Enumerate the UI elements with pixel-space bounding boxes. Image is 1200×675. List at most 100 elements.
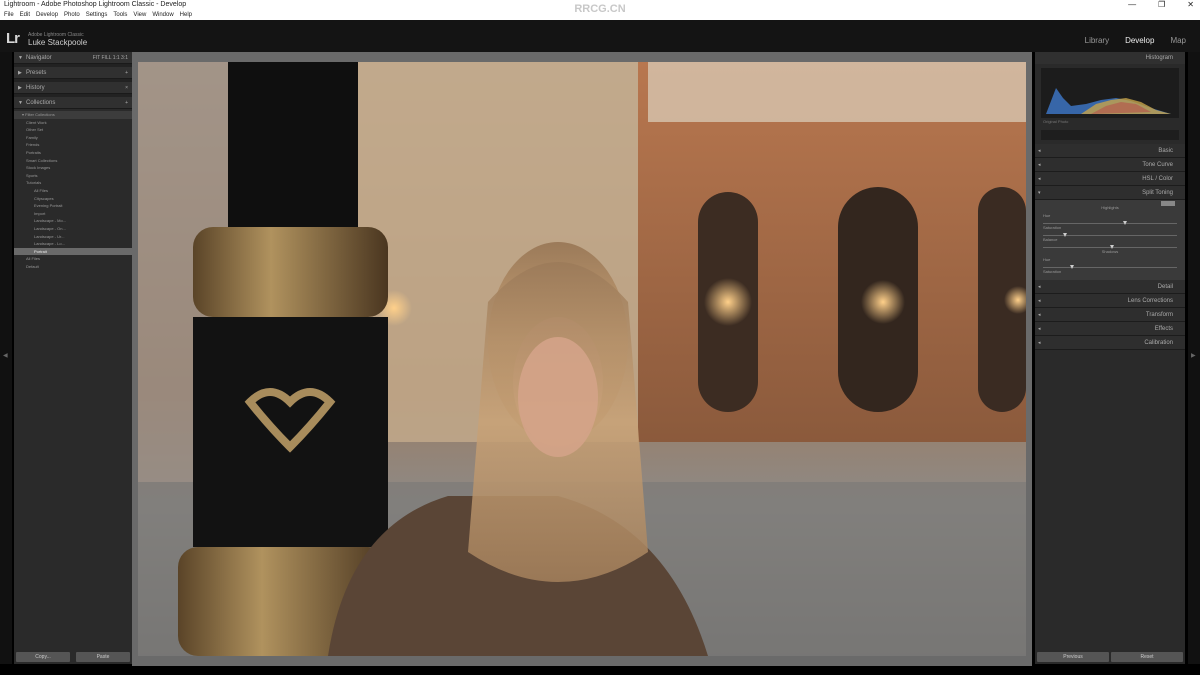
triangle-right-icon: ◂ <box>1038 176 1041 182</box>
collections-label: Collections <box>26 100 56 106</box>
section-split-toning[interactable]: ▾ Split Toning <box>1035 186 1185 200</box>
collection-item[interactable]: Tutorials <box>14 179 132 187</box>
histogram-graph <box>1046 88 1171 114</box>
triangle-right-icon: ◂ <box>1038 312 1041 318</box>
section-detail[interactable]: ◂ Detail <box>1035 280 1185 294</box>
portrait-photo <box>138 62 1026 656</box>
collection-item[interactable]: Portrait <box>14 247 132 256</box>
menu-edit[interactable]: Edit <box>20 10 30 20</box>
collection-label: Landscape - Ur... <box>34 233 65 239</box>
histogram[interactable] <box>1041 68 1179 118</box>
collection-item[interactable]: Landscape - Ur... <box>14 233 132 241</box>
module-library[interactable]: Library <box>1085 36 1109 45</box>
collection-label: Default <box>26 263 39 269</box>
previous-button[interactable]: Previous <box>1037 652 1109 662</box>
minimize-icon[interactable]: — <box>1128 0 1136 10</box>
right-buttons: Previous Reset <box>1035 652 1185 662</box>
collection-item[interactable]: Friends <box>14 141 132 149</box>
left-panel-toggle[interactable]: ◀ <box>0 52 12 664</box>
right-panel-toggle[interactable]: ▶ <box>1188 52 1200 664</box>
maximize-icon[interactable]: ❐ <box>1158 0 1165 10</box>
hue-label: Hue <box>1043 213 1051 218</box>
filter-collections[interactable]: ▾ Filter Collections <box>14 111 132 119</box>
triangle-down-icon: ▼ <box>18 100 23 106</box>
menu-tools[interactable]: Tools <box>113 10 127 20</box>
section-calibration[interactable]: ◂ Calibration <box>1035 336 1185 350</box>
plus-icon[interactable]: + <box>125 97 128 109</box>
section-hsl[interactable]: ◂ HSL / Color <box>1035 172 1185 186</box>
identity-name: Luke Stackpoole <box>28 38 88 47</box>
history-header[interactable]: ▶ History × <box>14 82 132 94</box>
section-label: Transform <box>1145 312 1173 318</box>
saturation-label: Saturation <box>1043 225 1062 230</box>
collection-item[interactable]: Portraits <box>14 149 132 157</box>
collection-label: Client Work <box>26 119 47 125</box>
collection-item[interactable]: Evening Portrait <box>14 202 132 210</box>
section-label: Tone Curve <box>1142 162 1173 168</box>
collection-label: Cityscapes <box>34 195 54 201</box>
collection-item[interactable]: All Files <box>14 187 132 195</box>
collection-item[interactable]: Sports <box>14 172 132 180</box>
collection-item[interactable]: Import <box>14 210 132 218</box>
collection-item[interactable]: Landscape - On... <box>14 225 132 233</box>
collection-item[interactable]: Other Set <box>14 126 132 134</box>
menu-photo[interactable]: Photo <box>64 10 80 20</box>
reset-button[interactable]: Reset <box>1111 652 1183 662</box>
copy-button[interactable]: Copy... <box>16 652 70 662</box>
collections-tree: ▾ Filter Collections Client Work Other Se… <box>14 109 132 270</box>
menu-view[interactable]: View <box>133 10 146 20</box>
collection-item[interactable]: Default <box>14 263 132 271</box>
menu-settings[interactable]: Settings <box>86 10 108 20</box>
collection-item[interactable]: Family <box>14 134 132 142</box>
histogram-info: Original Photo <box>1043 119 1069 124</box>
collection-item[interactable]: Stock Images <box>14 164 132 172</box>
presets-header[interactable]: ▶ Presets + <box>14 67 132 79</box>
navigator-header[interactable]: ▼ Navigator FIT FILL 1:1 3:1 <box>14 52 132 64</box>
menu-help[interactable]: Help <box>180 10 192 20</box>
section-label: Split Toning <box>1142 190 1173 196</box>
section-lens-corrections[interactable]: ◂ Lens Corrections <box>1035 294 1185 308</box>
triangle-right-icon: ▶ <box>18 70 22 76</box>
collection-label: Evening Portrait <box>34 203 63 209</box>
window-title: Lightroom - Adobe Photoshop Lightroom Cl… <box>4 1 187 8</box>
section-label: Lens Corrections <box>1127 298 1173 304</box>
collection-item[interactable]: Landscape - Mo... <box>14 217 132 225</box>
triangle-right-icon: ◂ <box>1038 162 1041 168</box>
section-transform[interactable]: ◂ Transform <box>1035 308 1185 322</box>
triangle-down-icon: ▾ <box>1038 190 1041 196</box>
split-toning-body: Highlights Hue Saturation Balance Shadow… <box>1035 200 1185 280</box>
collection-label: Family <box>26 134 38 140</box>
close-icon[interactable]: × <box>125 82 128 94</box>
photo-canvas <box>132 52 1032 666</box>
collection-label: Friends <box>26 142 40 148</box>
menu-file[interactable]: File <box>4 10 14 20</box>
collection-item[interactable]: All Files <box>14 255 132 263</box>
collection-label: Tutorials <box>26 180 42 186</box>
collection-label: Landscape - On... <box>34 225 66 231</box>
collection-item[interactable]: Cityscapes <box>14 195 132 203</box>
menu-develop[interactable]: Develop <box>36 10 58 20</box>
shadow-hue-label: Hue <box>1043 257 1051 262</box>
histogram-header[interactable]: Histogram <box>1035 52 1185 64</box>
main-photo[interactable] <box>138 62 1026 656</box>
module-develop[interactable]: Develop <box>1125 36 1154 45</box>
plus-icon[interactable]: + <box>125 67 128 79</box>
collections-header[interactable]: ▼ Collections + <box>14 97 132 109</box>
section-effects[interactable]: ◂ Effects <box>1035 322 1185 336</box>
section-basic[interactable]: ◂ Basic <box>1035 144 1185 158</box>
left-panel: ▼ Navigator FIT FILL 1:1 3:1 ▶ Presets +… <box>14 52 132 664</box>
navigator-zoom[interactable]: FIT FILL 1:1 3:1 <box>93 52 128 64</box>
triangle-right-icon: ◂ <box>1038 298 1041 304</box>
shadow-saturation-label: Saturation <box>1043 269 1062 274</box>
menu-window[interactable]: Window <box>152 10 173 20</box>
paste-button[interactable]: Paste <box>76 652 130 662</box>
highlight-swatch[interactable] <box>1161 201 1175 206</box>
collection-item[interactable]: Client Work <box>14 119 132 127</box>
collection-item[interactable]: Landscape - Lo... <box>14 240 132 248</box>
module-map[interactable]: Map <box>1170 36 1186 45</box>
collection-item[interactable]: Smart Collections <box>14 157 132 165</box>
section-tone-curve[interactable]: ◂ Tone Curve <box>1035 158 1185 172</box>
tool-strip[interactable] <box>1041 130 1179 140</box>
close-icon[interactable]: ✕ <box>1187 0 1194 10</box>
collection-label: All Files <box>34 187 49 193</box>
